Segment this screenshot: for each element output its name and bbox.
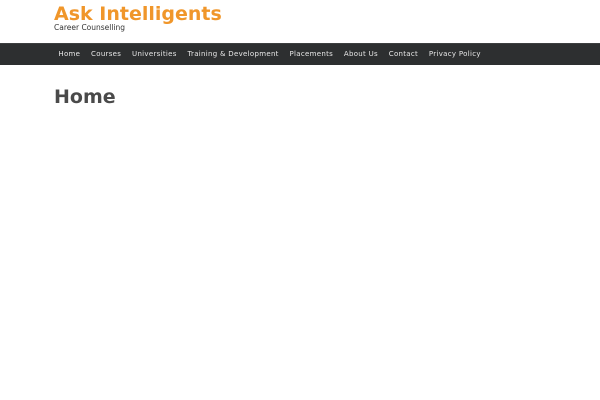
nav-item-universities[interactable]: Universities [127,44,182,65]
site-header: Ask Intelligents Career Counselling [0,0,600,43]
main-navigation: Home Courses Universities Training & Dev… [0,43,600,65]
nav-item-placements[interactable]: Placements [284,44,338,65]
nav-item-contact[interactable]: Contact [383,44,423,65]
nav-menu: Home Courses Universities Training & Dev… [53,44,486,65]
nav-item-courses[interactable]: Courses [86,44,127,65]
site-title-link[interactable]: Ask Intelligents [54,3,222,25]
site-tagline: Career Counselling [54,23,126,32]
nav-item-training-development[interactable]: Training & Development [182,44,284,65]
page-title: Home [54,86,116,108]
nav-item-privacy-policy[interactable]: Privacy Policy [423,44,486,65]
nav-item-home[interactable]: Home [53,44,86,65]
nav-item-about-us[interactable]: About Us [338,44,383,65]
